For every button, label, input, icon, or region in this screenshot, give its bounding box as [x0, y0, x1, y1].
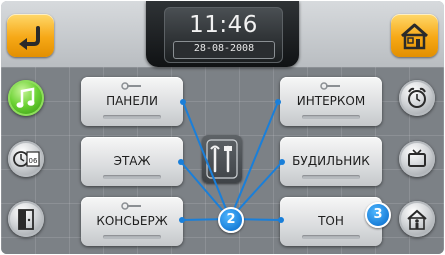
- callout-marker-2: 2: [218, 207, 244, 233]
- intercom-screen: 11:46 28-08-2008 06 ПАНЕЛИ ЭТАЖ КОНСЬЕРЖ…: [1, 1, 444, 254]
- callout-marker-3: 3: [365, 202, 391, 228]
